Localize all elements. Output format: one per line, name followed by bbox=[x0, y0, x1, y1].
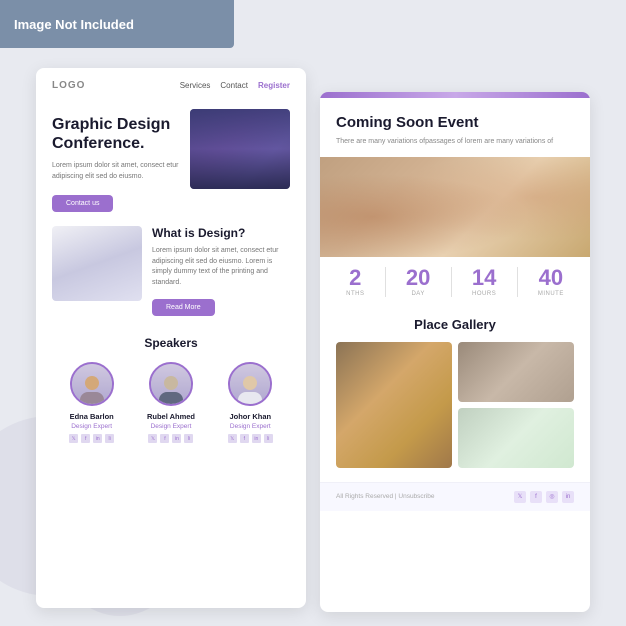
cards-container: LOGO Services Contact Register Graphic D… bbox=[0, 48, 626, 626]
twitter-icon[interactable]: 𝕏 bbox=[69, 434, 78, 443]
gallery-image-2 bbox=[458, 342, 574, 402]
event-image bbox=[320, 157, 590, 257]
banner-text: Image Not Included bbox=[14, 17, 134, 32]
countdown-months-number: 2 bbox=[349, 267, 361, 289]
hero-title: Graphic Design Conference. bbox=[52, 115, 180, 153]
hero-image-overlay bbox=[190, 109, 290, 189]
footer-facebook-icon[interactable]: f bbox=[530, 491, 542, 503]
speaker-avatar-1 bbox=[70, 362, 114, 406]
hero-description: Lorem ipsum dolor sit amet, consect etur… bbox=[52, 161, 180, 182]
card-header: LOGO Services Contact Register bbox=[36, 68, 306, 99]
countdown-hours: 14 HOURS bbox=[472, 267, 496, 297]
read-more-button[interactable]: Read More bbox=[152, 299, 215, 316]
gallery-item-3 bbox=[458, 408, 574, 468]
footer-instagram-icon[interactable]: ◎ bbox=[546, 491, 558, 503]
hero-text: Graphic Design Conference. Lorem ipsum d… bbox=[52, 109, 180, 212]
speaker-name-3: Johor Khan bbox=[229, 412, 271, 421]
speaker-social-1: 𝕏 f in li bbox=[69, 434, 114, 443]
countdown-minutes: 40 MINUTE bbox=[538, 267, 564, 297]
speakers-section: Speakers Edna Barlon Design Expert bbox=[36, 326, 306, 459]
linkedin-icon[interactable]: li bbox=[105, 434, 114, 443]
speaker-role-2: Design Expert bbox=[151, 423, 192, 430]
twitter-icon[interactable]: 𝕏 bbox=[228, 434, 237, 443]
countdown-days-label: DAY bbox=[411, 291, 424, 297]
footer-twitter-icon[interactable]: 𝕏 bbox=[514, 491, 526, 503]
gallery-item-1 bbox=[336, 342, 452, 468]
gallery-grid bbox=[336, 342, 574, 468]
countdown-divider-3 bbox=[517, 267, 518, 297]
hero-image bbox=[190, 109, 290, 189]
coming-soon-description: There are many variations ofpassages of … bbox=[336, 137, 574, 147]
speaker-role-1: Design Expert bbox=[71, 423, 112, 430]
countdown-divider-1 bbox=[385, 267, 386, 297]
countdown-divider-2 bbox=[451, 267, 452, 297]
what-text: What is Design? Lorem ipsum dolor sit am… bbox=[152, 226, 290, 316]
speakers-row: Edna Barlon Design Expert 𝕏 f in li bbox=[52, 362, 290, 443]
hero-section: Graphic Design Conference. Lorem ipsum d… bbox=[36, 99, 306, 212]
instagram-icon[interactable]: in bbox=[172, 434, 181, 443]
nav-contact[interactable]: Contact bbox=[220, 81, 248, 90]
image-not-included-banner: Image Not Included bbox=[0, 0, 234, 48]
speaker-role-3: Design Expert bbox=[230, 423, 271, 430]
coming-soon-section: Coming Soon Event There are many variati… bbox=[320, 98, 590, 157]
gallery-image-3 bbox=[458, 408, 574, 468]
facebook-icon[interactable]: f bbox=[81, 434, 90, 443]
countdown-minutes-number: 40 bbox=[539, 267, 563, 289]
speaker-card-3: Johor Khan Design Expert 𝕏 f in li bbox=[215, 362, 285, 443]
speaker-card-1: Edna Barlon Design Expert 𝕏 f in li bbox=[57, 362, 127, 443]
countdown-section: 2 NTHS 20 DAY 14 HOURS 40 MINUTE bbox=[320, 257, 590, 307]
linkedin-icon[interactable]: li bbox=[264, 434, 273, 443]
footer-social-links: 𝕏 f ◎ in bbox=[514, 491, 574, 503]
contact-button[interactable]: Contact us bbox=[52, 195, 113, 212]
what-section: What is Design? Lorem ipsum dolor sit am… bbox=[36, 212, 306, 326]
speakers-title: Speakers bbox=[52, 336, 290, 350]
linkedin-icon[interactable]: li bbox=[184, 434, 193, 443]
countdown-months-label: NTHS bbox=[346, 291, 364, 297]
facebook-icon[interactable]: f bbox=[240, 434, 249, 443]
speaker-card-2: Rubel Ahmed Design Expert 𝕏 f in li bbox=[136, 362, 206, 443]
speaker-social-2: 𝕏 f in li bbox=[148, 434, 193, 443]
countdown-days: 20 DAY bbox=[406, 267, 430, 297]
coming-soon-title: Coming Soon Event bbox=[336, 114, 574, 131]
twitter-icon[interactable]: 𝕏 bbox=[148, 434, 157, 443]
footer-text: All Rights Reserved | Unsubscribe bbox=[336, 493, 435, 500]
gallery-image-1 bbox=[336, 342, 452, 468]
speaker-social-3: 𝕏 f in li bbox=[228, 434, 273, 443]
countdown-hours-label: HOURS bbox=[472, 291, 496, 297]
gallery-title: Place Gallery bbox=[336, 317, 574, 332]
right-email-card: Coming Soon Event There are many variati… bbox=[320, 92, 590, 612]
card-footer: All Rights Reserved | Unsubscribe 𝕏 f ◎ … bbox=[320, 482, 590, 511]
left-email-card: LOGO Services Contact Register Graphic D… bbox=[36, 68, 306, 608]
gallery-section: Place Gallery bbox=[320, 307, 590, 482]
gallery-item-2 bbox=[458, 342, 574, 402]
countdown-hours-number: 14 bbox=[472, 267, 496, 289]
what-image-inner bbox=[52, 226, 142, 301]
speaker-name-1: Edna Barlon bbox=[70, 412, 114, 421]
nav-services[interactable]: Services bbox=[180, 81, 211, 90]
instagram-icon[interactable]: in bbox=[93, 434, 102, 443]
nav-register[interactable]: Register bbox=[258, 81, 290, 90]
what-description: Lorem ipsum dolor sit amet, consect etur… bbox=[152, 246, 290, 288]
event-image-overlay bbox=[320, 157, 590, 257]
countdown-days-number: 20 bbox=[406, 267, 430, 289]
speaker-avatar-3 bbox=[228, 362, 272, 406]
facebook-icon[interactable]: f bbox=[160, 434, 169, 443]
instagram-icon[interactable]: in bbox=[252, 434, 261, 443]
nav-links: Services Contact Register bbox=[180, 81, 290, 90]
speaker-avatar-2 bbox=[149, 362, 193, 406]
what-image bbox=[52, 226, 142, 301]
what-title: What is Design? bbox=[152, 226, 290, 240]
countdown-minutes-label: MINUTE bbox=[538, 291, 564, 297]
footer-linkedin-icon[interactable]: in bbox=[562, 491, 574, 503]
logo: LOGO bbox=[52, 80, 85, 91]
countdown-months: 2 NTHS bbox=[346, 267, 364, 297]
speaker-name-2: Rubel Ahmed bbox=[147, 412, 195, 421]
